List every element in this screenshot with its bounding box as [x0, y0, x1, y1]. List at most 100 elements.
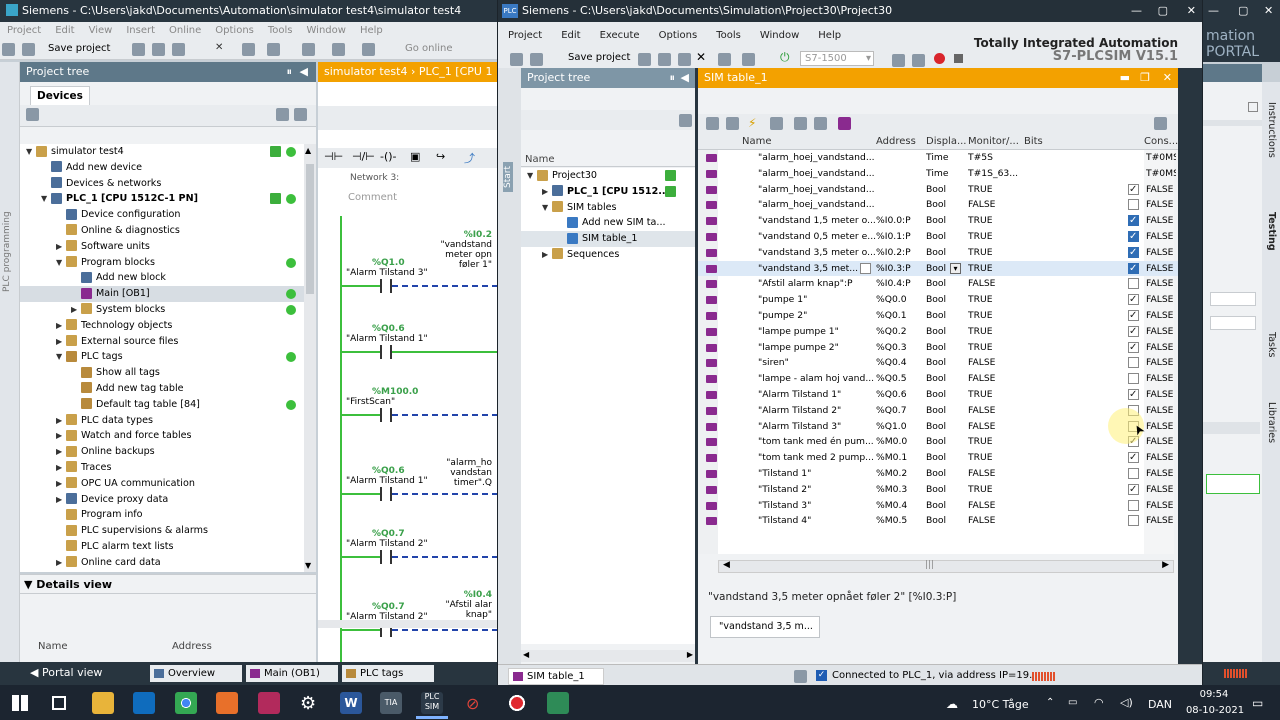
network-icon[interactable]: ▭	[1068, 697, 1077, 708]
sim-table-row[interactable]: "Alarm Tilstand 2" %Q0.7 Bool FALSE FALSE	[698, 403, 1178, 419]
menu-item-project[interactable]: Project	[7, 25, 41, 36]
contact-symbol[interactable]: "Alarm Tilstand 3"	[346, 268, 428, 278]
sim-table-row[interactable]: "alarm_hoej_vandstand... Time T#1S_63... T#…	[698, 166, 1178, 182]
cell-name[interactable]: "Alarm Tilstand 2"	[758, 403, 876, 419]
collapse-icon[interactable]: ▶	[542, 184, 552, 200]
app-icon[interactable]	[258, 692, 280, 714]
collapse-left-icon[interactable]: ◀	[300, 62, 308, 82]
clock-time[interactable]: 09:54	[1192, 689, 1236, 700]
tree-item[interactable]: ▶ PLC data types	[20, 413, 304, 429]
cell-mon[interactable]: FALSE	[968, 276, 1022, 292]
paste-icon[interactable]	[172, 43, 185, 56]
language-indicator[interactable]: DAN	[1148, 698, 1172, 711]
cell-mon[interactable]: TRUE	[968, 434, 1022, 450]
sim-table-row[interactable]: "Alarm Tilstand 3" %Q1.0 Bool FALSE FALSE	[698, 419, 1178, 435]
pane-field-2[interactable]	[1210, 316, 1256, 330]
contact-no-icon[interactable]: ⊣⊢	[324, 150, 343, 163]
bit-checkbox[interactable]	[1128, 468, 1139, 479]
tree-item[interactable]: Show all tags	[20, 365, 304, 381]
load-tags-icon[interactable]	[726, 117, 739, 130]
delete-icon[interactable]: ✕	[215, 42, 223, 53]
hscroll-thumb[interactable]: |||	[925, 560, 934, 570]
edit-icon[interactable]	[770, 117, 783, 130]
collapse-icon[interactable]: ▶	[56, 428, 66, 444]
cell-mon[interactable]: TRUE	[968, 308, 1022, 324]
cell-mon[interactable]: TRUE	[968, 261, 1022, 277]
display-dropdown-icon[interactable]: ▾	[950, 262, 961, 274]
sim-delete-icon[interactable]: ✕	[696, 50, 706, 64]
sim-table-close-icon[interactable]: ✕	[1163, 68, 1172, 88]
tree-item[interactable]: Devices & networks	[20, 176, 304, 192]
scroll-left-icon[interactable]: ◀	[523, 650, 529, 659]
sim-tree-item[interactable]: SIM table_1	[521, 231, 695, 247]
cell-name[interactable]: "alarm_hoej_vandstand...	[758, 166, 876, 182]
sim-table-min-icon[interactable]: ▬	[1120, 68, 1130, 88]
bit-checkbox[interactable]	[1128, 199, 1139, 211]
pane-green-field[interactable]	[1206, 474, 1260, 494]
windows-start-icon[interactable]	[12, 695, 28, 711]
cell-name[interactable]: "lampe pumpe 1"	[758, 324, 876, 340]
bit-checkbox[interactable]	[1128, 310, 1139, 321]
tree-item[interactable]: ▶ External source files	[20, 334, 304, 350]
bit-checkbox[interactable]	[1128, 499, 1139, 511]
tree-item[interactable]: Main [OB1]	[20, 286, 304, 302]
collapse-icon[interactable]: ▶	[542, 247, 552, 263]
sim-tree-item[interactable]: ▼ Project30	[521, 168, 695, 184]
tree-details-icon[interactable]	[294, 108, 307, 121]
sim-tree-item[interactable]: Add new SIM ta...	[521, 215, 695, 231]
sim-cut-icon[interactable]	[638, 53, 651, 66]
cell-mon[interactable]: TRUE	[968, 324, 1022, 340]
menu-item-edit[interactable]: Edit	[55, 25, 74, 36]
cell-name[interactable]: "Tilstand 4"	[758, 513, 876, 529]
tree-view-icon[interactable]	[276, 108, 289, 121]
sim-copy-icon[interactable]	[658, 53, 671, 66]
tree-item[interactable]: PLC supervisions & alarms	[20, 523, 304, 539]
cell-name[interactable]: "Afstil alarm knap":P	[758, 276, 876, 292]
expand-icon[interactable]: ▼	[56, 349, 66, 365]
pin-icon[interactable]: ⏸	[287, 62, 293, 82]
cell-mon[interactable]: TRUE	[968, 482, 1022, 498]
go-online-button[interactable]: Go online	[405, 43, 453, 54]
cell-name[interactable]: "vandstand 1,5 meter o...	[758, 213, 876, 229]
cell-name[interactable]: "siren"	[758, 355, 876, 371]
outlook-icon[interactable]	[133, 692, 155, 714]
tree-item[interactable]: ▶ Traces	[20, 460, 304, 476]
bit-checkbox[interactable]	[1128, 515, 1139, 527]
minimize-icon[interactable]: —	[1208, 0, 1219, 22]
sim-tree-view-icon[interactable]	[679, 114, 692, 127]
sim-menu-item-tools[interactable]: Tools	[716, 30, 741, 41]
collapse-icon[interactable]: ▶	[71, 302, 81, 318]
contact-symbol-icon[interactable]	[380, 408, 392, 422]
contact-symbol[interactable]: "FirstScan"	[346, 397, 395, 407]
expand-icon[interactable]: ▼	[26, 144, 36, 160]
field-browse-icon[interactable]	[860, 262, 871, 274]
cell-mon[interactable]: FALSE	[968, 355, 1022, 371]
editor-hscroll[interactable]	[318, 620, 498, 628]
cell-name[interactable]: "alarm_hoej_vandstand...	[758, 197, 876, 213]
col-header-name[interactable]: Name	[742, 136, 772, 147]
scroll-right-icon[interactable]: ▶	[687, 650, 693, 659]
import-icon[interactable]	[794, 117, 807, 130]
sim-undo-icon[interactable]	[718, 53, 731, 66]
pane-field[interactable]	[1210, 292, 1256, 306]
tree-item[interactable]: Program info	[20, 507, 304, 523]
menu-item-view[interactable]: View	[89, 25, 113, 36]
settings-icon[interactable]: ⚙	[300, 693, 316, 714]
cell-mon[interactable]: T#1S_63...	[968, 166, 1022, 182]
sim-table-hscroll[interactable]: ◀ ||| ▶	[718, 560, 1174, 573]
todo-icon[interactable]: ⊘	[466, 694, 479, 713]
redo-icon[interactable]	[267, 43, 280, 56]
maximize-icon[interactable]: ▢	[1238, 0, 1248, 22]
sim-table-row[interactable]: "vandstand 0,5 meter e... %I0.1:P Bool TRUE…	[698, 229, 1178, 245]
tree-item[interactable]: ▼ PLC_1 [CPU 1512C-1 PN]	[20, 191, 304, 207]
tree-item[interactable]: ▶ OPC UA communication	[20, 476, 304, 492]
clock-date[interactable]: 08-10-2021	[1180, 705, 1250, 716]
task-view-icon[interactable]	[52, 696, 66, 710]
cell-mon[interactable]: FALSE	[968, 466, 1022, 482]
tree-item[interactable]: Device configuration	[20, 207, 304, 223]
compile-icon[interactable]	[302, 43, 315, 56]
side-tab-instructions[interactable]: Instructions	[1266, 102, 1277, 158]
col-header-bits[interactable]: Bits	[1024, 136, 1043, 147]
tree-item[interactable]: ▶ Technology objects	[20, 318, 304, 334]
collapse-icon[interactable]: ▶	[56, 476, 66, 492]
